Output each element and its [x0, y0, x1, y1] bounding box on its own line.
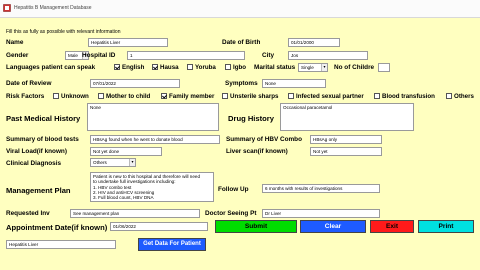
liver-scan-field[interactable]: Not yet	[310, 147, 382, 156]
liver-scan-label: Liver scan(if known)	[226, 148, 288, 155]
risk-factors-label: Risk Factors	[6, 93, 45, 100]
risk-infected-partner-label: Infected sexual partner	[296, 93, 364, 100]
requested-inv-field[interactable]: See management plan	[70, 209, 200, 218]
instruction-text: Fill this as fully as possible with rele…	[6, 29, 121, 35]
date-review-field[interactable]: 07/01/2022	[90, 79, 180, 88]
summary-blood-label: Summary of blood tests	[6, 136, 79, 143]
exit-button[interactable]: Exit	[370, 220, 414, 233]
clinical-diagnosis-select[interactable]: Others ▾	[90, 158, 136, 167]
language-english-label: English	[122, 64, 145, 71]
risk-family-member-label: Family member	[169, 93, 215, 100]
viral-load-field[interactable]: Not yet done	[90, 147, 162, 156]
risk-others-label: Others	[454, 93, 474, 100]
name-label: Name	[6, 39, 24, 46]
risk-mother-to-child-checkbox[interactable]	[98, 93, 104, 99]
risk-mother-to-child-label: Mother to child	[106, 93, 151, 100]
summary-blood-field[interactable]: HBsAg found when he went to donate blood	[90, 135, 220, 144]
languages-label: Languages patient can speak	[6, 64, 96, 71]
title-bar: Hepatitis B Management Database	[0, 0, 480, 18]
follow-up-label: Follow Up	[218, 186, 249, 193]
management-plan-field[interactable]: Patient is new to this hospital and ther…	[90, 172, 214, 202]
print-button[interactable]: Print	[418, 220, 474, 233]
hospital-id-field[interactable]: 1	[127, 51, 245, 60]
clinical-diagnosis-label: Clinical Diagnosis	[6, 160, 62, 167]
risk-unsterile-sharps-checkbox[interactable]	[222, 93, 228, 99]
appointment-date-label: Appointment Date(if known)	[6, 223, 108, 232]
dob-label: Date of Birth	[222, 39, 261, 46]
no-children-field[interactable]	[378, 63, 390, 72]
clear-button[interactable]: Clear	[300, 220, 366, 233]
risk-blood-transfusion-checkbox[interactable]	[374, 93, 380, 99]
language-english-checkbox[interactable]	[114, 64, 120, 70]
chevron-down-icon: ▾	[129, 159, 135, 166]
past-medical-field[interactable]: None	[87, 103, 219, 131]
risk-others-checkbox[interactable]	[446, 93, 452, 99]
city-field[interactable]: Jos	[288, 51, 368, 60]
risk-unsterile-sharps-label: Unsterile sharps	[230, 93, 279, 100]
date-review-label: Date of Review	[6, 80, 52, 87]
risk-blood-transfusion-label: Blood transfusion	[382, 93, 435, 100]
drug-history-label: Drug History	[228, 114, 274, 123]
marital-status-value: Single	[301, 65, 314, 70]
chevron-down-icon: ▾	[321, 64, 327, 71]
submit-button[interactable]: Submit	[215, 220, 297, 233]
symptoms-label: Symptoms	[225, 80, 258, 87]
get-data-button[interactable]: Get Data For Patient	[138, 238, 206, 251]
management-plan-label: Management Plan	[6, 186, 71, 195]
past-medical-label: Past Medical History	[6, 114, 81, 123]
marital-status-label: Marital status	[254, 64, 296, 71]
dob-field[interactable]: 01/01/2000	[288, 38, 340, 47]
risk-unknown-checkbox[interactable]	[53, 93, 59, 99]
doctor-seeing-field[interactable]: Dr Liver	[262, 209, 380, 218]
doctor-seeing-label: Doctor Seeing Pt	[205, 210, 257, 217]
marital-status-select[interactable]: Single ▾	[298, 63, 328, 72]
drug-history-field[interactable]: Occasional paracetamol	[280, 103, 414, 131]
city-label: City	[262, 52, 275, 59]
patient-search-field[interactable]: Hepatitis Liver	[6, 240, 116, 249]
symptoms-field[interactable]: None	[262, 79, 326, 88]
language-igbo-checkbox[interactable]	[225, 64, 231, 70]
risk-infected-partner-checkbox[interactable]	[288, 93, 294, 99]
viral-load-label: Viral Load(if known)	[6, 148, 67, 155]
follow-up-field[interactable]: 6 months with results of investigations	[262, 184, 380, 193]
appointment-date-field[interactable]: 01/06/2022	[110, 222, 208, 231]
language-yoruba-label: Yoruba	[195, 64, 216, 71]
name-field[interactable]: Hepatitis Liver	[88, 38, 168, 47]
requested-inv-label: Requested Inv	[6, 210, 50, 217]
hospital-id-label: Hospital ID	[82, 52, 116, 59]
window-title: Hepatitis B Management Database	[14, 5, 92, 11]
language-hausa-checkbox[interactable]	[152, 64, 158, 70]
language-igbo-label: Igbo	[233, 64, 247, 71]
clinical-diagnosis-value: Others	[93, 160, 107, 165]
gender-label: Gender	[6, 52, 29, 59]
risk-family-member-checkbox[interactable]	[161, 93, 167, 99]
app-icon	[3, 4, 11, 12]
summary-hbv-label: Summary of HBV Combo	[226, 136, 302, 143]
gender-value: Male	[68, 53, 78, 58]
risk-unknown-label: Unknown	[61, 93, 89, 100]
summary-hbv-field[interactable]: HBsAg only	[310, 135, 382, 144]
language-hausa-label: Hausa	[160, 64, 179, 71]
no-children-label: No of Childre	[334, 64, 375, 71]
language-yoruba-checkbox[interactable]	[187, 64, 193, 70]
